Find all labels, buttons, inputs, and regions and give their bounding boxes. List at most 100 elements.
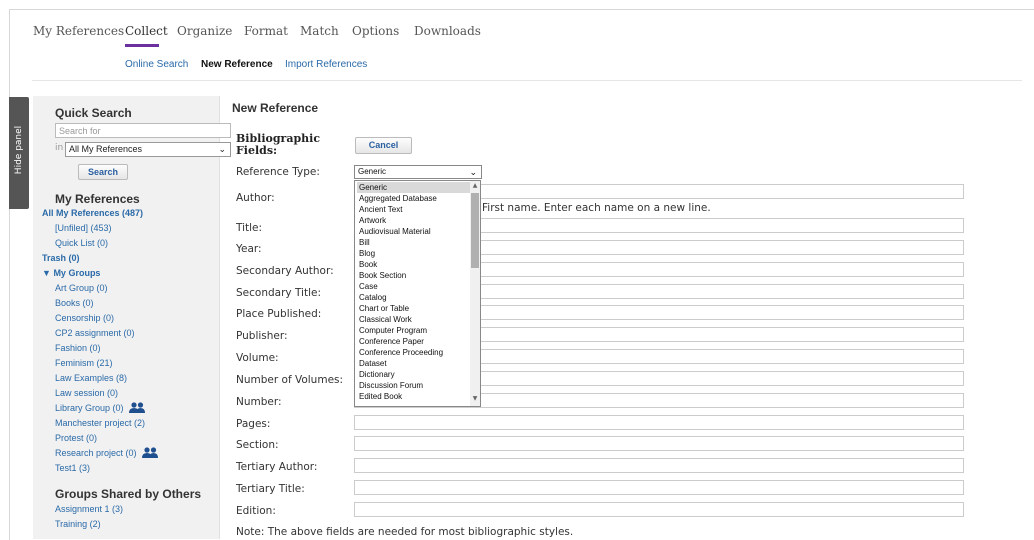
dropdown-option[interactable]: Blog (357, 248, 471, 259)
author-help-text: First name. Enter each name on a new lin… (482, 202, 711, 214)
dropdown-option[interactable]: Chart or Table (357, 303, 471, 314)
shared-groups-title: Groups Shared by Others (55, 487, 202, 501)
group-protest[interactable]: Protest (0) (55, 433, 97, 443)
search-scope-value: All My References (69, 144, 143, 154)
tab-organize[interactable]: Organize (177, 24, 232, 38)
reference-type-label: Reference Type: (236, 166, 320, 178)
field-label-tertiary-author: Tertiary Author: (236, 461, 318, 473)
field-label-author: Author: (236, 192, 275, 204)
quick-search-input[interactable]: Search for (55, 123, 231, 138)
tertiary-title-input[interactable] (354, 480, 964, 495)
scrollbar-thumb[interactable] (471, 193, 479, 268)
dropdown-option[interactable]: Artwork (357, 215, 471, 226)
group-library-group[interactable]: Library Group (0) (55, 402, 146, 413)
scroll-up-icon[interactable]: ▲ (471, 182, 479, 189)
group-manchester-project[interactable]: Manchester project (2) (55, 418, 145, 428)
dropdown-scrollbar[interactable]: ▲ ▼ (470, 181, 480, 406)
group-fashion[interactable]: Fashion (0) (55, 343, 101, 353)
tab-format[interactable]: Format (244, 24, 288, 38)
reference-type-select[interactable]: Generic ⌄ (354, 165, 482, 179)
cancel-button[interactable]: Cancel (355, 137, 412, 154)
tab-downloads[interactable]: Downloads (414, 24, 481, 38)
my-groups-label: My Groups (53, 268, 101, 278)
triangle-down-icon: ▼ (42, 268, 51, 278)
group-censorship[interactable]: Censorship (0) (55, 313, 114, 323)
tab-match[interactable]: Match (300, 24, 339, 38)
group-library-group-label: Library Group (0) (55, 403, 124, 413)
subtab-new-reference[interactable]: New Reference (201, 59, 273, 70)
dropdown-option[interactable]: Aggregated Database (357, 193, 471, 204)
scroll-down-icon[interactable]: ▼ (471, 395, 479, 402)
group-law-examples[interactable]: Law Examples (8) (55, 373, 127, 383)
search-scope-select[interactable]: All My References ⌄ (65, 142, 231, 157)
group-art-group[interactable]: Art Group (0) (55, 283, 108, 293)
shared-group-assignment-1[interactable]: Assignment 1 (3) (55, 504, 123, 514)
dropdown-option[interactable]: Generic (357, 182, 471, 193)
search-button[interactable]: Search (78, 164, 128, 180)
field-label-secondary-author: Secondary Author: (236, 265, 334, 277)
fields-note: Note: The above fields are needed for mo… (236, 526, 574, 538)
field-label-volume: Volume: (236, 352, 279, 364)
pages-input[interactable] (354, 415, 964, 430)
dropdown-option[interactable]: Dataset (357, 358, 471, 369)
nav-divider (32, 80, 1022, 81)
group-feminism[interactable]: Feminism (21) (55, 358, 113, 368)
shared-group-training[interactable]: Training (2) (55, 519, 101, 529)
reference-type-dropdown[interactable]: Generic Aggregated Database Ancient Text… (354, 180, 481, 407)
group-cp2-assignment[interactable]: CP2 assignment (0) (55, 328, 135, 338)
quick-search-title: Quick Search (55, 106, 132, 120)
dropdown-option[interactable]: Audiovisual Material (357, 226, 471, 237)
dropdown-option[interactable]: Dictionary (357, 369, 471, 380)
field-label-title: Title: (236, 222, 263, 234)
chevron-down-icon: ⌄ (469, 167, 477, 177)
subtab-import-references[interactable]: Import References (285, 59, 367, 70)
field-label-secondary-title: Secondary Title: (236, 287, 321, 299)
field-label-number: Number: (236, 396, 282, 408)
dropdown-option[interactable]: Ancient Text (357, 204, 471, 215)
group-law-session[interactable]: Law session (0) (55, 388, 118, 398)
trash-link[interactable]: Trash (0) (42, 253, 80, 263)
field-label-publisher: Publisher: (236, 330, 288, 342)
tab-my-references[interactable]: My References (33, 24, 124, 38)
field-label-edition: Edition: (236, 505, 276, 517)
group-test1[interactable]: Test1 (3) (55, 463, 90, 473)
my-groups-toggle[interactable]: ▼ My Groups (42, 268, 100, 278)
hide-panel-button[interactable]: Hide panel (9, 97, 29, 209)
reference-type-value: Generic (358, 167, 387, 176)
shared-users-icon (129, 402, 146, 413)
dropdown-option[interactable]: Conference Paper (357, 336, 471, 347)
left-panel: Quick Search Search for in All My Refere… (33, 96, 231, 539)
dropdown-option[interactable]: Catalog (357, 292, 471, 303)
field-label-pages: Pages: (236, 418, 271, 430)
field-label-place-published: Place Published: (236, 308, 322, 320)
dropdown-option[interactable]: Computer Program (357, 325, 471, 336)
subtab-online-search[interactable]: Online Search (125, 59, 188, 70)
shared-users-icon (142, 447, 159, 458)
group-research-project-label: Research project (0) (55, 448, 137, 458)
group-books[interactable]: Books (0) (55, 298, 94, 308)
unfiled-link[interactable]: [Unfiled] (453) (55, 223, 112, 233)
all-my-references-link[interactable]: All My References (487) (42, 208, 143, 218)
dropdown-option[interactable]: Classical Work (357, 314, 471, 325)
dropdown-option[interactable]: Conference Proceeding (357, 347, 471, 358)
dropdown-option[interactable]: Discussion Forum (357, 380, 471, 391)
bibliographic-fields-heading: Bibliographic Fields: (236, 133, 320, 157)
tab-options[interactable]: Options (352, 24, 399, 38)
dropdown-option[interactable]: Bill (357, 237, 471, 248)
dropdown-option[interactable]: Edited Book (357, 391, 471, 402)
chevron-down-icon: ⌄ (218, 144, 226, 154)
dropdown-option[interactable]: Book Section (357, 270, 471, 281)
dropdown-option[interactable]: Case (357, 281, 471, 292)
section-input[interactable] (354, 436, 964, 451)
bib-label-line2: Fields: (236, 144, 278, 157)
group-research-project[interactable]: Research project (0) (55, 447, 159, 458)
dropdown-option[interactable]: Book (357, 259, 471, 270)
edition-input[interactable] (354, 502, 964, 517)
search-in-label: in (55, 143, 64, 153)
tertiary-author-input[interactable] (354, 458, 964, 473)
field-label-tertiary-title: Tertiary Title: (236, 483, 305, 495)
active-tab-underline (125, 44, 159, 47)
tab-collect[interactable]: Collect (125, 24, 168, 38)
quick-list-link[interactable]: Quick List (0) (55, 238, 108, 248)
field-label-number-of-volumes: Number of Volumes: (236, 374, 344, 386)
